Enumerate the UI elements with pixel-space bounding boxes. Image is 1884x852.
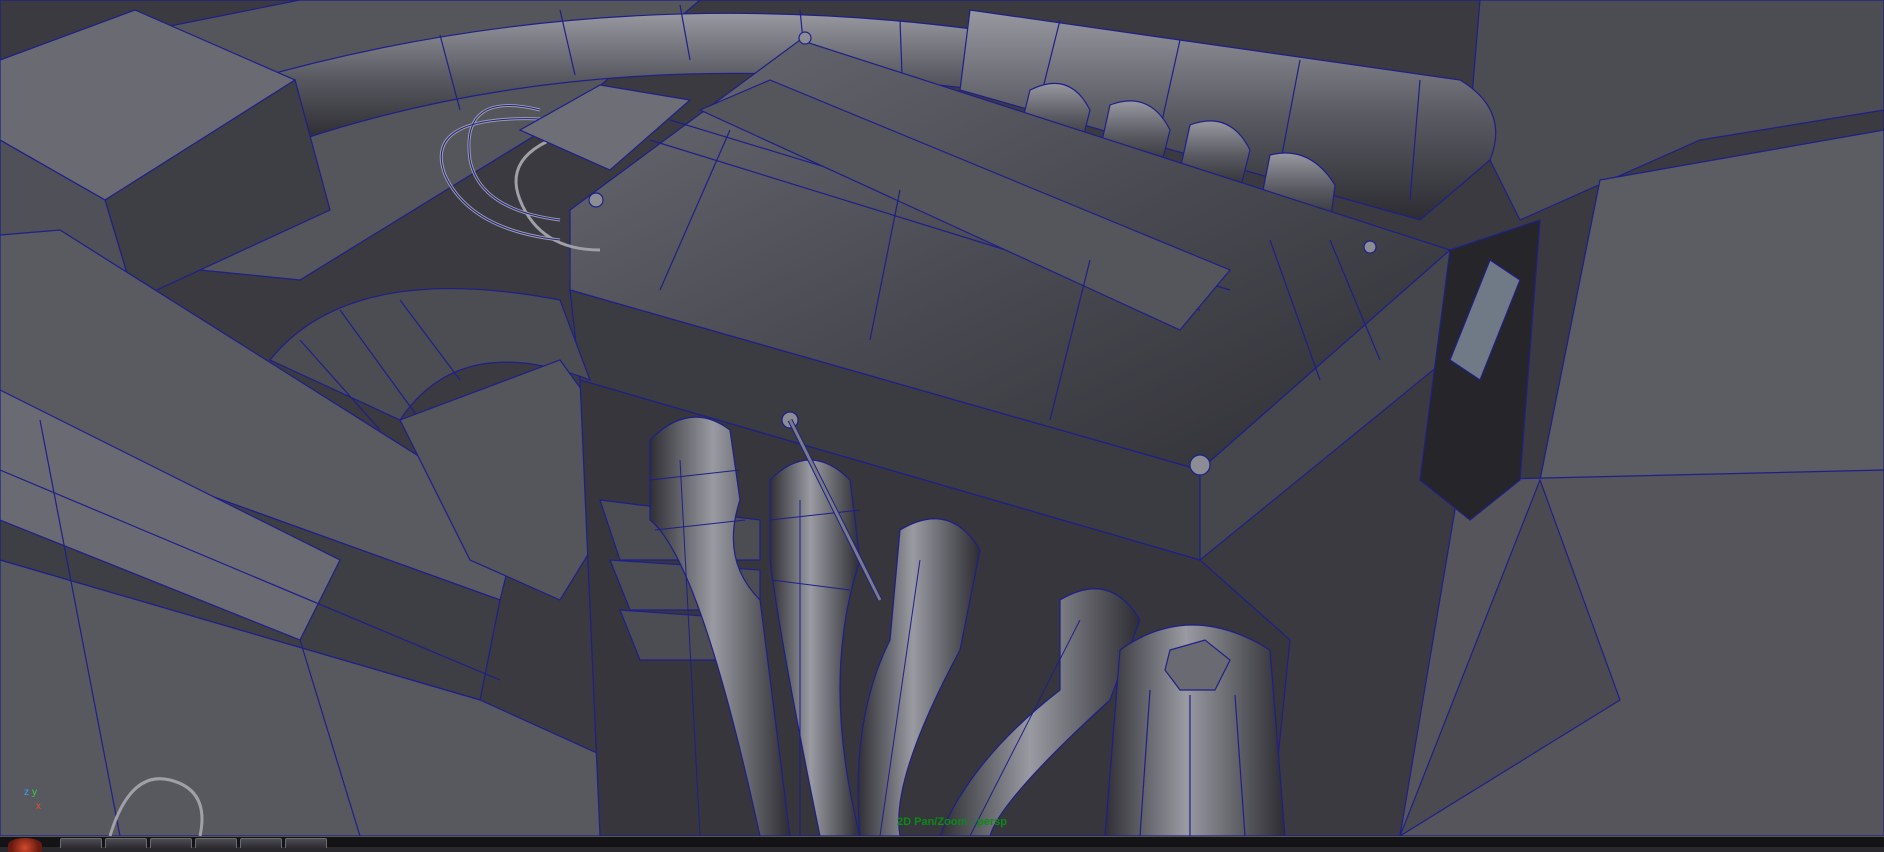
engine-wireframe-render[interactable] — [0, 0, 1884, 836]
axis-x-label: x — [36, 801, 41, 812]
axis-z-label: z — [24, 787, 29, 798]
maya-persp-viewport[interactable]: z y x 2D Pan/Zoom : persp — [0, 0, 1884, 836]
axis-gizmo: z y x — [18, 787, 50, 817]
taskbar-button[interactable] — [105, 838, 147, 848]
windows-start-orb-icon[interactable] — [8, 838, 42, 852]
windows-taskbar — [0, 836, 1884, 852]
taskbar-button[interactable] — [60, 838, 102, 848]
taskbar-button[interactable] — [150, 838, 192, 848]
axis-y-label: y — [32, 787, 37, 798]
taskbar-button[interactable] — [195, 838, 237, 848]
taskbar-button[interactable] — [285, 838, 327, 848]
taskbar-button[interactable] — [240, 838, 282, 848]
viewport-camera-label: 2D Pan/Zoom : persp — [897, 816, 1008, 828]
